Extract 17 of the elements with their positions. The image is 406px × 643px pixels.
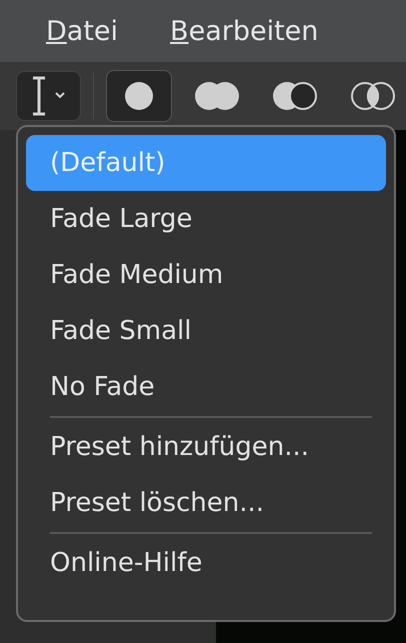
menu-item[interactable]: Preset löschen... — [26, 475, 386, 531]
filled-circle-icon — [124, 81, 154, 111]
half-filled-circles-icon — [272, 81, 318, 111]
double-circle-icon — [194, 81, 240, 111]
menu-item[interactable]: Preset hinzufügen... — [26, 419, 386, 475]
menu-item[interactable]: No Fade — [26, 359, 386, 415]
menu-item[interactable]: Online-Hilfe — [26, 535, 386, 591]
text-cursor-icon — [31, 76, 48, 116]
menu-item[interactable]: Fade Small — [26, 303, 386, 359]
tool-dropdown-button[interactable] — [16, 71, 81, 121]
menu-bar-item[interactable]: Datei — [46, 16, 118, 46]
menu-item[interactable]: Fade Medium — [26, 247, 386, 303]
brush-mode-button[interactable] — [106, 70, 172, 122]
chevron-down-icon — [55, 92, 66, 100]
intersecting-circles-icon — [350, 81, 396, 111]
menu-item[interactable]: Fade Large — [26, 191, 386, 247]
menu-bar-item[interactable]: Bearbeiten — [170, 16, 318, 46]
